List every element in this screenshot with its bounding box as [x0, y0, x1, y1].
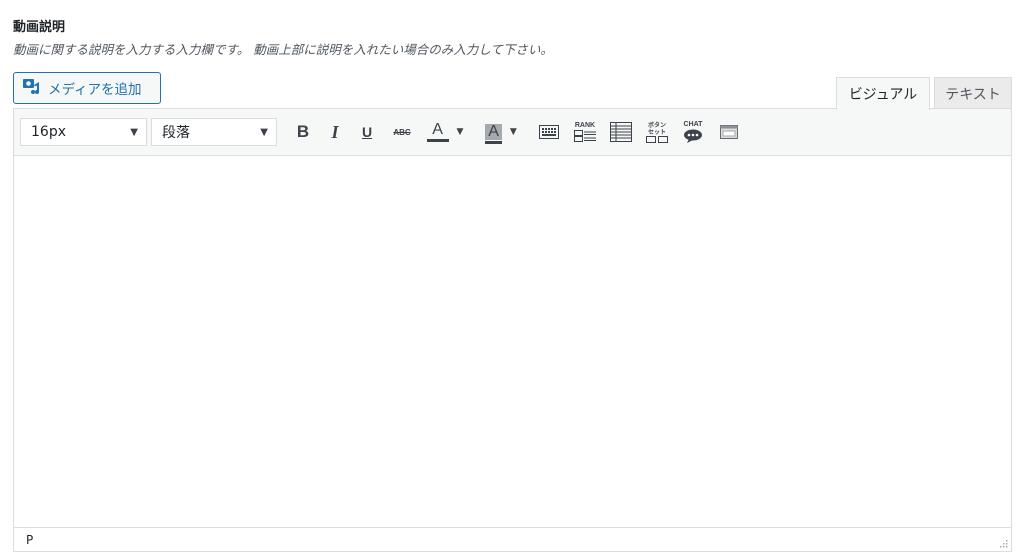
editor-statusbar: P [14, 527, 1011, 551]
italic-icon[interactable]: I [319, 118, 351, 146]
chevron-down-icon: ▼ [509, 127, 517, 137]
chevron-down-icon: ▼ [456, 127, 464, 137]
button-set-label-1: ボタン [647, 121, 666, 129]
rank-icon[interactable]: RANK [567, 118, 603, 146]
text-color-icon[interactable]: A ▼ [425, 118, 465, 146]
bold-icon[interactable]: B [287, 118, 319, 146]
rank-label: RANK [574, 122, 596, 129]
font-size-select[interactable]: 16px ▼ [20, 118, 147, 146]
bg-color-letter: A [488, 123, 499, 140]
format-value: 段落 [162, 125, 190, 141]
font-size-value: 16px [31, 124, 66, 140]
resize-handle-icon[interactable] [998, 538, 1008, 548]
button-set-icon[interactable]: ボタン セット [639, 118, 675, 146]
editor-toolbar: 16px ▼ 段落 ▼ B I U ABC A ▼ A ▼ RANK ボタン セ… [14, 109, 1011, 156]
field-description: 動画に関する説明を入力する入力欄です。 動画上部に説明を入れたい場合のみ入力して… [13, 42, 553, 57]
button-set-label-2: セット [647, 128, 666, 136]
chat-icon[interactable]: CHAT [675, 118, 711, 146]
element-path[interactable]: P [26, 533, 33, 547]
tab-visual[interactable]: ビジュアル [836, 77, 930, 110]
field-title: 動画説明 [13, 20, 66, 35]
text-color-letter: A [432, 121, 443, 138]
strikethrough-icon[interactable]: ABC [383, 118, 421, 146]
chevron-down-icon: ▼ [260, 126, 268, 138]
add-media-button[interactable]: メディアを追加 [13, 72, 161, 104]
underline-icon[interactable]: U [351, 118, 383, 146]
add-media-icon [22, 76, 42, 100]
add-media-label: メディアを追加 [48, 82, 142, 98]
format-select[interactable]: 段落 ▼ [151, 118, 277, 146]
window-icon[interactable] [711, 118, 747, 146]
table-icon[interactable] [603, 118, 639, 146]
editor-content[interactable] [14, 156, 1011, 528]
keyboard-icon[interactable] [531, 118, 567, 146]
chat-label: CHAT [683, 121, 703, 128]
editor: 16px ▼ 段落 ▼ B I U ABC A ▼ A ▼ RANK ボタン セ… [13, 108, 1012, 552]
background-color-icon[interactable]: A ▼ [481, 118, 521, 146]
chevron-down-icon: ▼ [130, 126, 138, 138]
tab-text[interactable]: テキスト [934, 77, 1012, 109]
